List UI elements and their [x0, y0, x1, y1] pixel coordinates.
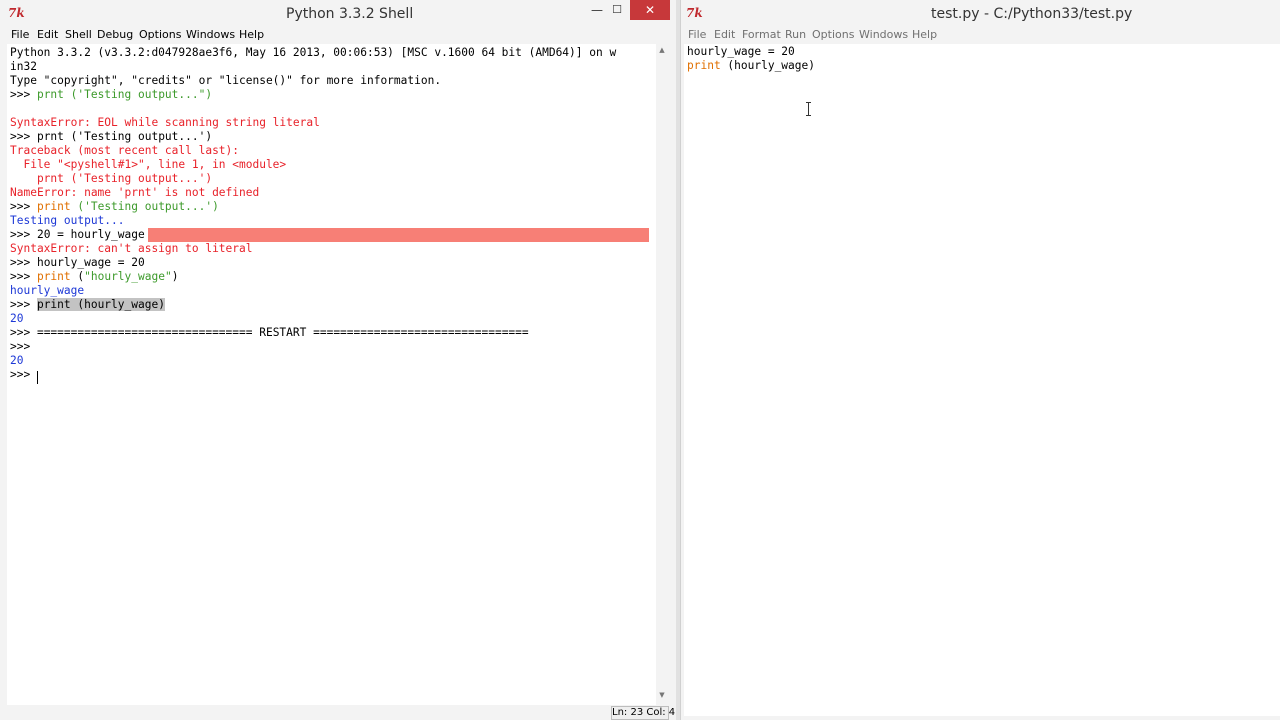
- scroll-up-arrow-icon[interactable]: ▲: [656, 44, 668, 56]
- output-line: Testing output...: [10, 214, 125, 227]
- cursor-position-status: Ln: 23 Col: 4: [611, 706, 676, 720]
- banner-line: in32: [10, 60, 37, 73]
- menu-format[interactable]: Format: [742, 28, 781, 42]
- tk-app-icon: 7k: [686, 6, 703, 20]
- shell-window-title: Python 3.3.2 Shell: [286, 6, 414, 22]
- banner-line: Python 3.3.2 (v3.3.2:d047928ae3f6, May 1…: [10, 46, 617, 59]
- command-text: 20 = hourly_wage: [36, 228, 145, 241]
- menu-windows[interactable]: Windows: [859, 28, 908, 42]
- text-caret: [37, 371, 38, 384]
- shell-titlebar[interactable]: 7k Python 3.3.2 Shell — ☐ ✕: [0, 0, 676, 28]
- shell-text-area[interactable]: Python 3.3.2 (v3.3.2:d047928ae3f6, May 1…: [7, 44, 656, 705]
- menu-options[interactable]: Options: [139, 28, 181, 42]
- shell-input-line: >>> 20 = hourly_wage: [10, 228, 145, 242]
- code-line: print (hourly_wage): [687, 59, 815, 73]
- menu-edit[interactable]: Edit: [37, 28, 58, 42]
- command-text: (: [70, 270, 85, 283]
- close-button[interactable]: ✕: [630, 0, 670, 20]
- prompt: >>>: [10, 228, 37, 241]
- menu-file[interactable]: File: [688, 28, 706, 42]
- shell-input-line: >>> print (hourly_wage): [10, 298, 165, 312]
- keyword-text: print: [687, 59, 721, 72]
- scroll-down-arrow-icon[interactable]: ▼: [656, 689, 668, 701]
- shell-input-line: >>> prnt ('Testing output...'): [10, 130, 212, 144]
- editor-menubar: File Edit Format Run Options Windows Hel…: [681, 28, 1280, 44]
- shell-input-line: >>> ================================ RES…: [10, 326, 529, 340]
- output-line: hourly_wage: [10, 284, 85, 297]
- prompt: >>>: [10, 298, 37, 311]
- traceback-line: prnt ('Testing output...'): [10, 172, 213, 185]
- shell-input-line: >>> print ("hourly_wage"): [10, 270, 178, 284]
- maximize-button[interactable]: ☐: [604, 0, 630, 20]
- code-line: hourly_wage = 20: [687, 45, 795, 58]
- error-line: NameError: name 'prnt' is not defined: [10, 186, 260, 199]
- tk-app-icon: 7k: [8, 6, 25, 20]
- menu-help[interactable]: Help: [239, 28, 264, 42]
- editor-window-title: test.py - C:/Python33/test.py: [931, 6, 1133, 22]
- command-text: prnt ('Testing output..."): [36, 88, 213, 101]
- prompt: >>>: [10, 326, 37, 339]
- menu-run[interactable]: Run: [785, 28, 806, 42]
- shell-scrollbar[interactable]: ▲ ▼: [656, 44, 668, 705]
- prompt: >>>: [10, 270, 37, 283]
- menu-shell[interactable]: Shell: [65, 28, 92, 42]
- prompt: >>>: [10, 256, 37, 269]
- restart-separator: ================================ RESTART…: [36, 326, 529, 339]
- command-text: ): [171, 270, 179, 283]
- editor-window: 7k test.py - C:/Python33/test.py File Ed…: [680, 0, 1280, 720]
- string-text: ('Testing output...'): [70, 200, 219, 213]
- command-text: hourly_wage = 20: [36, 256, 145, 269]
- shell-input-line: >>> hourly_wage = 20: [10, 256, 145, 270]
- prompt: >>>: [10, 88, 37, 101]
- keyword-text: print: [36, 270, 71, 283]
- traceback-line: Traceback (most recent call last):: [10, 144, 240, 157]
- menu-windows[interactable]: Windows: [186, 28, 235, 42]
- output-line: 20: [10, 312, 24, 325]
- string-text: "hourly_wage": [84, 270, 172, 283]
- shell-menubar: File Edit Shell Debug Options Windows He…: [0, 28, 676, 44]
- syntax-error-highlight: [148, 228, 649, 242]
- menu-options[interactable]: Options: [812, 28, 854, 42]
- banner-line: Type "copyright", "credits" or "license(…: [10, 74, 442, 87]
- shell-input-line: >>> print ('Testing output...'): [10, 200, 219, 214]
- i-beam-cursor-icon: [805, 102, 813, 116]
- editor-text-area[interactable]: hourly_wage = 20 print (hourly_wage): [684, 44, 1280, 716]
- selected-command-text: print (hourly_wage): [36, 298, 165, 311]
- error-line: SyntaxError: EOL while scanning string l…: [10, 116, 320, 129]
- code-text: (hourly_wage): [720, 59, 815, 72]
- shell-statusbar: Ln: 23 Col: 4: [0, 705, 676, 720]
- prompt: >>>: [10, 130, 37, 143]
- shell-prompt-line: >>>: [10, 340, 31, 353]
- shell-window: 7k Python 3.3.2 Shell — ☐ ✕ File Edit Sh…: [0, 0, 676, 720]
- output-line: 20: [10, 354, 24, 367]
- keyword-text: print: [36, 200, 71, 213]
- error-line: SyntaxError: can't assign to literal: [10, 242, 253, 255]
- command-text: prnt ('Testing output...'): [36, 130, 213, 143]
- menu-edit[interactable]: Edit: [714, 28, 735, 42]
- shell-input-line: >>> prnt ('Testing output..."): [10, 88, 212, 102]
- shell-prompt-line: >>>: [10, 368, 31, 381]
- menu-file[interactable]: File: [11, 28, 29, 42]
- traceback-line: File "<pyshell#1>", line 1, in <module>: [10, 158, 287, 171]
- editor-titlebar[interactable]: 7k test.py - C:/Python33/test.py: [681, 0, 1280, 28]
- menu-help[interactable]: Help: [912, 28, 937, 42]
- prompt: >>>: [10, 200, 37, 213]
- menu-debug[interactable]: Debug: [97, 28, 133, 42]
